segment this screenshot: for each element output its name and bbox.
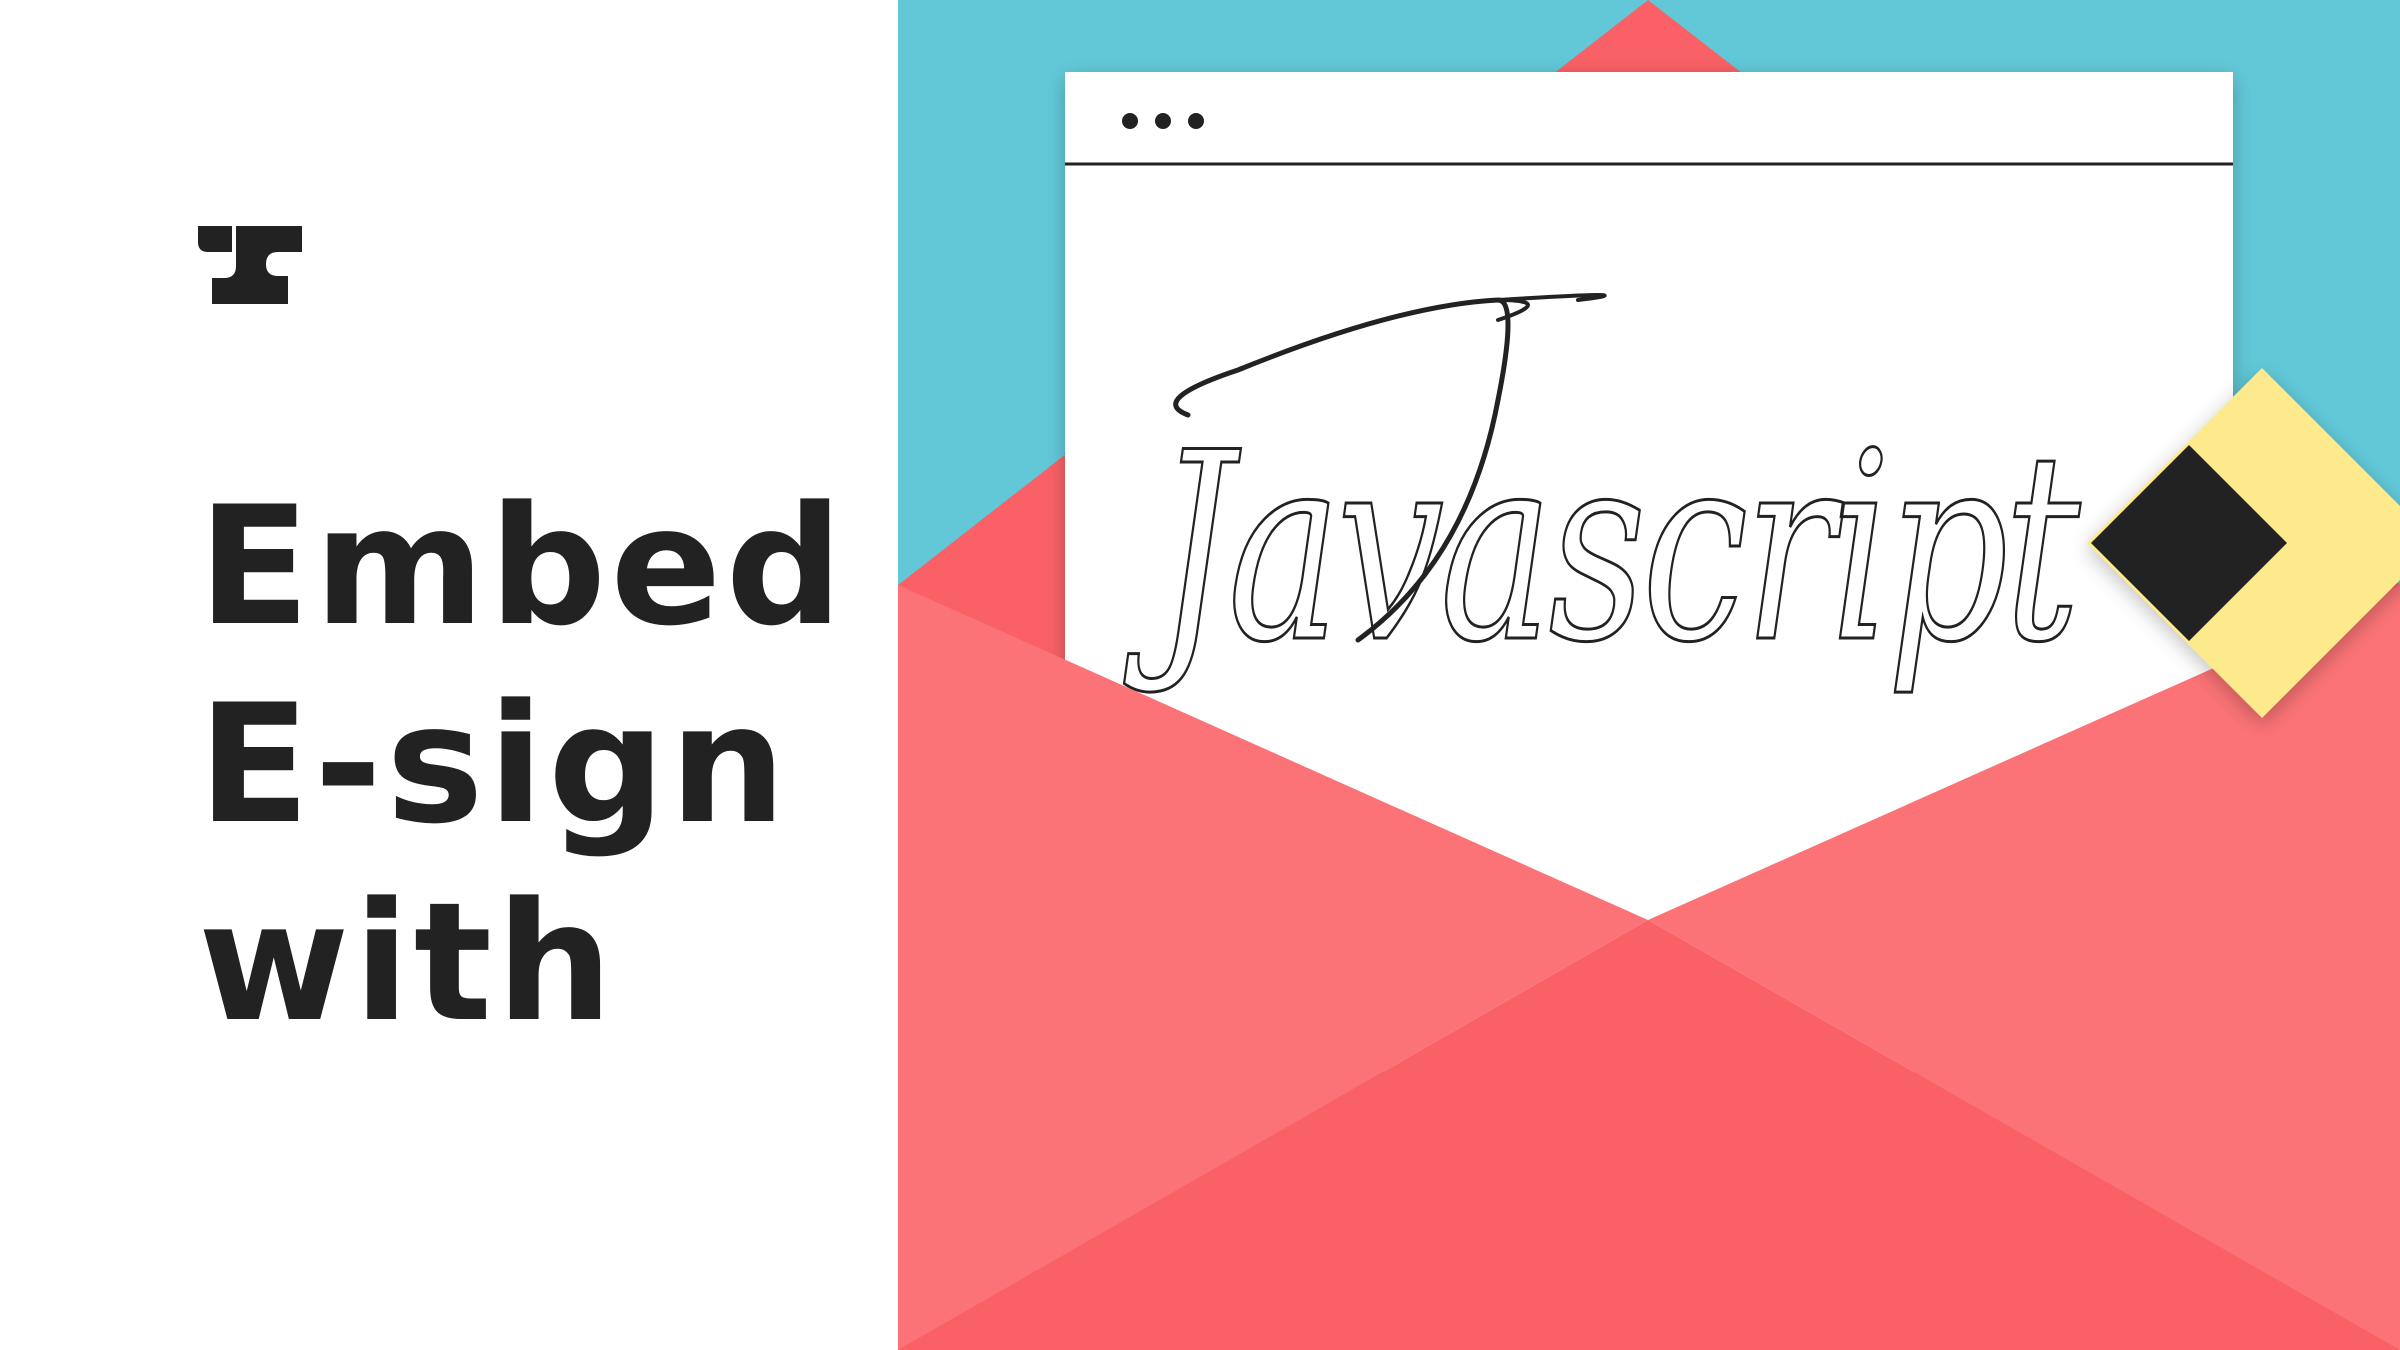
envelope-illustration: Javascript bbox=[898, 0, 2400, 1350]
headline: Embed E-sign with bbox=[198, 468, 847, 1062]
browser-window-dots bbox=[1122, 113, 1204, 129]
brand-logo-icon bbox=[198, 226, 302, 304]
headline-line-embed: Embed bbox=[198, 471, 847, 662]
window-dot bbox=[1122, 113, 1138, 129]
signature-javascript: Javascript bbox=[1123, 398, 2081, 700]
window-dot bbox=[1155, 113, 1171, 129]
window-dot bbox=[1188, 113, 1204, 129]
left-panel: Embed E-sign with bbox=[0, 0, 898, 1350]
hero-banner: Embed E-sign with Javascript bbox=[0, 0, 2400, 1350]
headline-line-with: with bbox=[198, 867, 617, 1058]
headline-line-esign: E-sign bbox=[198, 669, 791, 860]
